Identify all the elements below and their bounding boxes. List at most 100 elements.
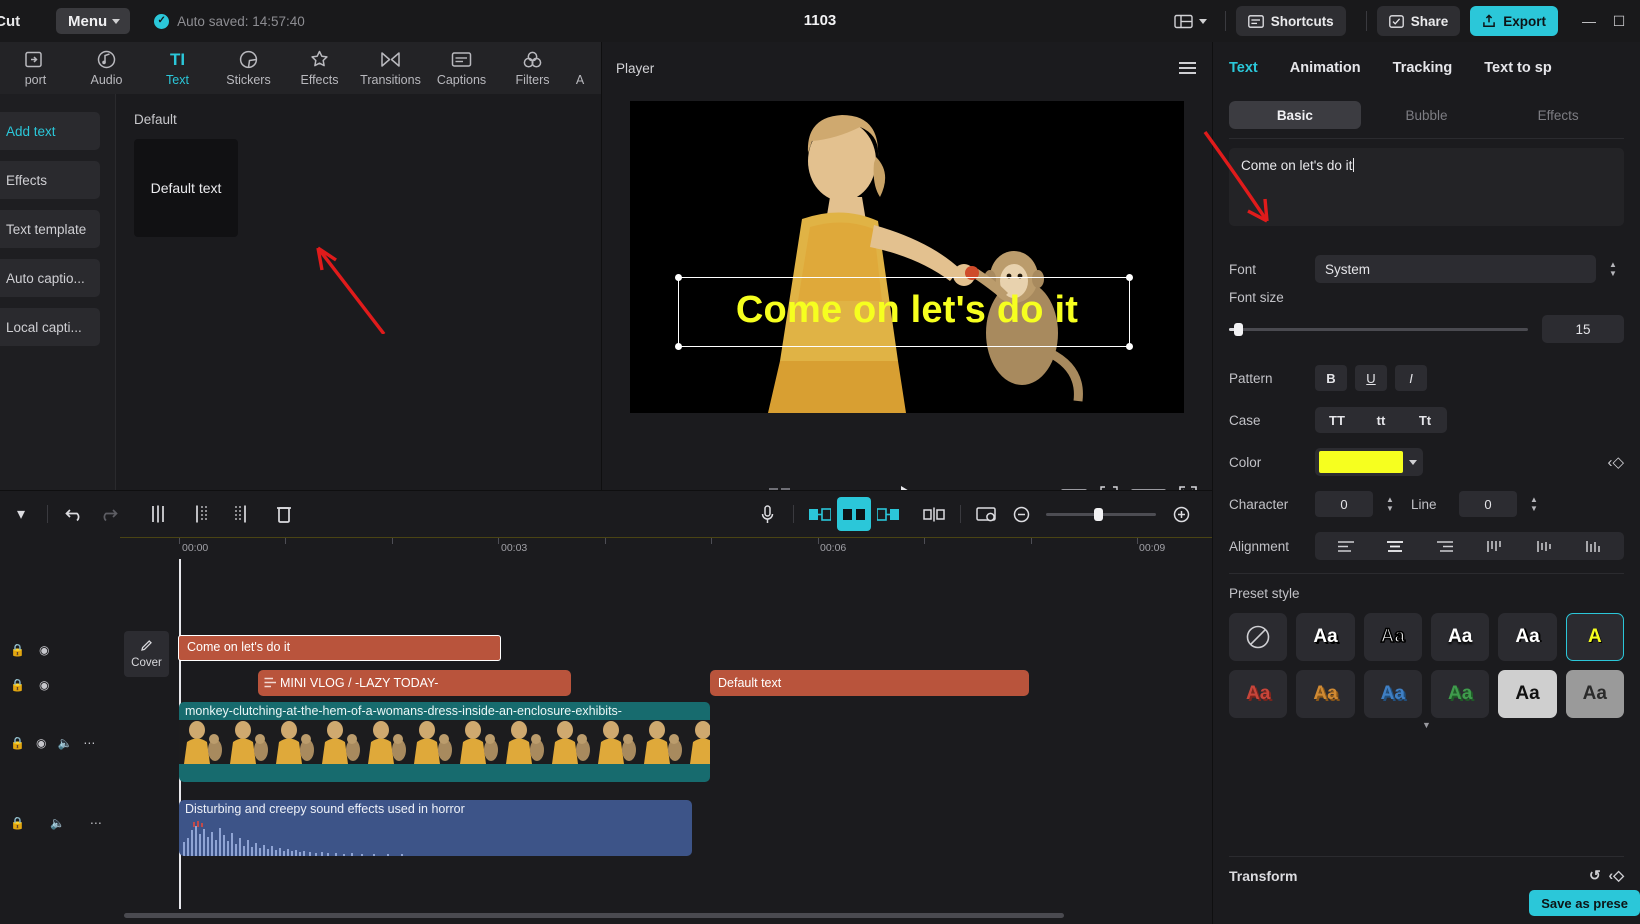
- color-swatch[interactable]: [1319, 451, 1403, 473]
- tab-animation[interactable]: Animation: [1290, 60, 1361, 76]
- table-row[interactable]: Default text: [710, 670, 1029, 696]
- italic-button[interactable]: I: [1395, 365, 1427, 391]
- font-size-slider[interactable]: [1229, 322, 1528, 336]
- tab-text[interactable]: Text: [1229, 60, 1258, 76]
- eye-icon[interactable]: ◉: [39, 643, 49, 657]
- preset-none[interactable]: [1229, 613, 1288, 661]
- layout-button[interactable]: [1166, 9, 1215, 34]
- preset-yellow-selected[interactable]: A: [1565, 613, 1624, 661]
- split-button[interactable]: [141, 497, 175, 531]
- tool-tab-transitions[interactable]: Transitions: [355, 42, 426, 94]
- expand-presets-icon[interactable]: ▼: [1229, 720, 1624, 730]
- eye-icon[interactable]: ◉: [39, 678, 49, 692]
- color-picker[interactable]: [1315, 448, 1423, 476]
- minimize-button[interactable]: —: [1574, 6, 1604, 36]
- titlecase-button[interactable]: Tt: [1403, 407, 1447, 433]
- align-vertical-middle-icon[interactable]: [1527, 540, 1561, 553]
- color-prev-next-icon[interactable]: ‹◇: [1607, 453, 1624, 471]
- font-size-value[interactable]: 15: [1542, 315, 1624, 343]
- split-clip-icon[interactable]: [917, 497, 951, 531]
- more-options-icon[interactable]: ⋯: [83, 736, 95, 750]
- line-spacing-stepper[interactable]: ▲ ▼: [1523, 490, 1545, 518]
- delete-button[interactable]: [267, 497, 301, 531]
- preview-subtitle-text[interactable]: Come on let's do it: [736, 289, 1078, 332]
- maximize-button[interactable]: ☐: [1604, 6, 1634, 36]
- character-spacing-value[interactable]: 0: [1315, 491, 1373, 517]
- mirror-right-button[interactable]: [871, 497, 905, 531]
- mute-icon[interactable]: 🔈: [50, 816, 65, 830]
- default-text-card[interactable]: Default text: [134, 139, 238, 237]
- timeline-zoom-slider[interactable]: [1046, 507, 1156, 521]
- align-center-icon[interactable]: [1378, 540, 1412, 553]
- zoom-in-button[interactable]: [1164, 497, 1198, 531]
- preset-row2-orange[interactable]: Aa: [1296, 670, 1355, 718]
- redo-button[interactable]: [91, 497, 125, 531]
- font-size-slider-handle[interactable]: [1234, 322, 1243, 336]
- align-vertical-top-icon[interactable]: [1477, 540, 1511, 553]
- preset-row2-red[interactable]: Aa: [1229, 670, 1288, 718]
- font-stepper[interactable]: ▲ ▼: [1602, 255, 1624, 283]
- video-preview-stage[interactable]: Come on let's do it: [630, 101, 1184, 413]
- align-vertical-bottom-icon[interactable]: [1576, 540, 1610, 553]
- preset-row2-green[interactable]: Aa: [1430, 670, 1490, 718]
- timeline-menu-chevron-icon[interactable]: ▾: [4, 497, 38, 531]
- lock-icon[interactable]: 🔒: [10, 643, 25, 657]
- bold-button[interactable]: B: [1315, 365, 1347, 391]
- sidebar-item-text-template[interactable]: Text template: [0, 210, 100, 248]
- sidebar-item-effects[interactable]: Effects: [0, 161, 100, 199]
- table-row[interactable]: Disturbing and creepy sound effects used…: [179, 800, 692, 856]
- export-button[interactable]: Export: [1470, 6, 1558, 36]
- timeline-horizontal-scrollbar[interactable]: [124, 913, 1064, 918]
- crop-button[interactable]: [970, 497, 1004, 531]
- transform-reset-icons[interactable]: ↺ ‹◇: [1589, 867, 1624, 884]
- eye-icon[interactable]: ◉: [36, 736, 46, 750]
- align-left-icon[interactable]: [1329, 540, 1363, 553]
- preset-row2-gray[interactable]: Aa: [1565, 670, 1624, 718]
- menu-button[interactable]: Menu: [56, 8, 131, 34]
- preset-white-2[interactable]: Aa: [1430, 613, 1490, 661]
- table-row[interactable]: monkey-clutching-at-the-hem-of-a-womans-…: [179, 702, 710, 782]
- tab-basic[interactable]: Basic: [1229, 101, 1361, 129]
- preset-white-3[interactable]: Aa: [1498, 613, 1557, 661]
- table-row[interactable]: MINI VLOG / -LAZY TODAY-: [258, 670, 571, 696]
- sidebar-item-add-text[interactable]: Add text: [0, 112, 100, 150]
- tool-tab-more-partial[interactable]: A: [568, 42, 592, 94]
- tool-tab-stickers[interactable]: Stickers: [213, 42, 284, 94]
- preset-outline[interactable]: Aa: [1363, 613, 1422, 661]
- lock-icon[interactable]: 🔒: [10, 678, 25, 692]
- tab-effects[interactable]: Effects: [1492, 101, 1624, 129]
- player-menu-icon[interactable]: [1179, 62, 1196, 74]
- tab-text-to-speech[interactable]: Text to sp: [1484, 60, 1551, 76]
- undo-button[interactable]: [57, 497, 91, 531]
- timeline-zoom-handle[interactable]: [1094, 507, 1103, 521]
- tool-tab-filters[interactable]: Filters: [497, 42, 568, 94]
- save-as-preset-button[interactable]: Save as prese: [1529, 890, 1640, 916]
- timeline-tracks[interactable]: Come on let's do it MINI VLOG / -LAZY TO…: [120, 559, 1212, 924]
- trim-left-button[interactable]: [183, 497, 217, 531]
- tool-tab-audio[interactable]: Audio: [71, 42, 142, 94]
- lock-icon[interactable]: 🔒: [10, 736, 25, 750]
- character-spacing-stepper[interactable]: ▲ ▼: [1379, 490, 1401, 518]
- line-spacing-value[interactable]: 0: [1459, 491, 1517, 517]
- mirror-button[interactable]: [803, 497, 837, 531]
- tab-tracking[interactable]: Tracking: [1393, 60, 1453, 76]
- align-right-icon[interactable]: [1428, 540, 1462, 553]
- table-row[interactable]: Come on let's do it: [178, 635, 501, 661]
- tool-tab-text[interactable]: TI Text: [142, 42, 213, 94]
- more-options-icon[interactable]: ⋯: [90, 816, 102, 830]
- tab-bubble[interactable]: Bubble: [1361, 101, 1493, 129]
- tool-tab-import[interactable]: port: [0, 42, 71, 94]
- preset-white[interactable]: Aa: [1296, 613, 1355, 661]
- shortcuts-button[interactable]: Shortcuts: [1235, 6, 1346, 36]
- zoom-out-button[interactable]: [1004, 497, 1038, 531]
- tool-tab-effects[interactable]: Effects: [284, 42, 355, 94]
- uppercase-button[interactable]: TT: [1315, 407, 1359, 433]
- lowercase-button[interactable]: tt: [1359, 407, 1403, 433]
- tool-tab-captions[interactable]: Captions: [426, 42, 497, 94]
- timeline-ruler[interactable]: 00:00 00:03 00:06 00:09: [120, 537, 1212, 559]
- lock-icon[interactable]: 🔒: [10, 816, 25, 830]
- text-input[interactable]: Come on let's do it: [1229, 148, 1624, 226]
- snap-toggle-button[interactable]: [837, 497, 871, 531]
- mute-icon[interactable]: 🔈: [57, 736, 72, 750]
- record-voiceover-button[interactable]: [750, 497, 784, 531]
